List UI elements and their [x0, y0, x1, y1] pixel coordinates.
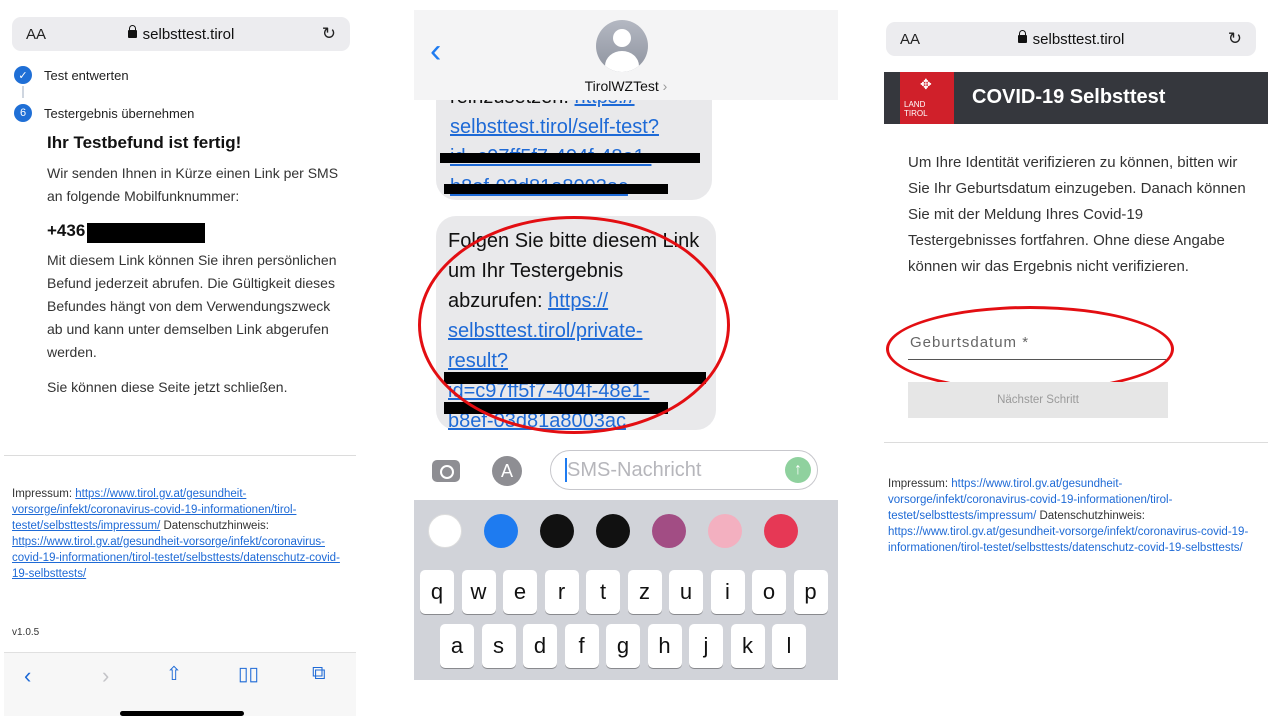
- url-domain-text: selbsttest.tirol: [1032, 30, 1125, 48]
- contact-avatar[interactable]: [596, 20, 648, 72]
- key-l[interactable]: l: [772, 624, 806, 668]
- lock-icon: [1017, 29, 1027, 43]
- key-h[interactable]: h: [647, 624, 682, 668]
- contact-name: TirolWZTest: [584, 78, 659, 94]
- safari-result-panel: AA selbsttest.tirol ↻ ✓ Test entwerten 6…: [4, 0, 356, 716]
- impressum-label: Impressum:: [12, 488, 76, 500]
- datenschutz-link[interactable]: https://www.tirol.gv.at/gesundheit-vorso…: [12, 536, 340, 580]
- bubble1-link-a[interactable]: https://: [575, 100, 635, 108]
- sms-input[interactable]: SMS-Nachricht ↑: [550, 450, 818, 490]
- key-f[interactable]: f: [564, 624, 599, 668]
- contact-name-row[interactable]: TirolWZTest ›: [414, 78, 838, 94]
- url-domain: selbsttest.tirol: [886, 29, 1256, 48]
- close-hint: Sie können diese Seite jetzt schließen.: [47, 379, 288, 395]
- key-e[interactable]: e: [503, 570, 537, 614]
- tirol-eagle-icon: ✥: [920, 76, 932, 92]
- appstore-app-icon[interactable]: [484, 514, 518, 548]
- footer: Impressum: https://www.tirol.gv.at/gesun…: [888, 476, 1258, 556]
- chevron-right-icon: ›: [658, 78, 668, 94]
- messages-header: ‹ TirolWZTest ›: [414, 10, 838, 100]
- memoji-stickers-app-icon[interactable]: [708, 514, 742, 548]
- camera-icon[interactable]: [432, 460, 460, 482]
- site-header: ✥ LAND TIROL COVID-19 Selbsttest: [884, 72, 1268, 124]
- search-images-app-icon[interactable]: [764, 514, 798, 548]
- key-w[interactable]: w: [461, 570, 496, 614]
- safari-toolbar: ‹ › ⇧ ▯▯ ⧉: [4, 652, 356, 716]
- digital-touch-app-icon[interactable]: [596, 514, 630, 548]
- forward-icon[interactable]: ›: [102, 663, 109, 689]
- imessage-app-row: [414, 506, 838, 552]
- share-icon[interactable]: ⇧: [166, 663, 182, 686]
- footer: Impressum: https://www.tirol.gv.at/gesun…: [12, 486, 352, 582]
- url-domain: selbsttest.tirol: [12, 24, 350, 43]
- result-title: Ihr Testbefund ist fertig!: [47, 133, 242, 152]
- key-z[interactable]: z: [627, 570, 662, 614]
- key-d[interactable]: d: [523, 624, 557, 668]
- intro-text: Wir senden Ihnen in Kürze einen Link per…: [47, 165, 339, 204]
- photos-app-icon[interactable]: [428, 514, 462, 548]
- impressum-label: Impressum:: [888, 478, 952, 490]
- key-j[interactable]: j: [689, 624, 723, 668]
- version: v1.0.5: [12, 627, 40, 638]
- redaction-bar: [87, 223, 205, 243]
- bookmarks-icon[interactable]: ▯▯: [238, 663, 259, 686]
- sms-placeholder: SMS-Nachricht: [567, 459, 702, 481]
- url-bar[interactable]: AA selbsttest.tirol ↻: [12, 17, 350, 51]
- bubble1-prefix: reinzusetzen:: [450, 100, 575, 108]
- reload-icon[interactable]: ↻: [1228, 29, 1242, 49]
- key-g[interactable]: g: [606, 624, 640, 668]
- checkmark-icon: ✓: [14, 66, 32, 84]
- land-tirol-logo[interactable]: ✥ LAND TIROL: [900, 72, 954, 124]
- keyboard: qwertzuiop asdfghjkl: [414, 500, 838, 680]
- phone-number: +436: [47, 221, 86, 240]
- bubble1-link-b[interactable]: selbsttest.tirol/self-test?: [450, 116, 659, 138]
- datenschutz-label: Datenschutzhinweis:: [163, 520, 269, 532]
- redaction-bar: [444, 184, 668, 194]
- memoji-app-icon[interactable]: [652, 514, 686, 548]
- app-store-icon[interactable]: A: [492, 456, 522, 486]
- home-indicator: [120, 711, 244, 716]
- back-chevron-icon[interactable]: ‹: [430, 32, 441, 71]
- step-label: Testergebnis übernehmen: [44, 105, 195, 121]
- key-k[interactable]: k: [730, 624, 765, 668]
- url-domain-text: selbsttest.tirol: [142, 25, 235, 43]
- key-s[interactable]: s: [481, 624, 516, 668]
- step-label: Test entwerten: [44, 67, 129, 83]
- annotation-circle: [418, 216, 730, 434]
- key-p[interactable]: p: [793, 570, 828, 614]
- covid-selbsttest-panel: AA selbsttest.tirol ↻ ✥ LAND TIROL COVID-…: [884, 22, 1268, 716]
- step-test-entwerten: ✓ Test entwerten: [14, 66, 129, 84]
- next-step-button[interactable]: Nächster Schritt: [908, 382, 1168, 418]
- tabs-icon[interactable]: ⧉: [312, 663, 326, 685]
- reload-icon[interactable]: ↻: [322, 24, 336, 44]
- datenschutz-link[interactable]: https://www.tirol.gv.at/gesundheit-vorso…: [888, 526, 1248, 554]
- activity-app-icon[interactable]: [540, 514, 574, 548]
- verification-text: Um Ihre Identität verifizieren zu können…: [908, 154, 1246, 275]
- key-r[interactable]: r: [544, 570, 579, 614]
- divider: [4, 455, 356, 456]
- messages-panel: ‹ TirolWZTest › reinzusetzen: https:// s…: [414, 10, 838, 680]
- back-icon[interactable]: ‹: [24, 663, 31, 689]
- redaction-bar: [440, 153, 700, 163]
- key-t[interactable]: t: [586, 570, 620, 614]
- key-o[interactable]: o: [752, 570, 786, 614]
- key-q[interactable]: q: [420, 570, 454, 614]
- datenschutz-label: Datenschutzhinweis:: [1039, 510, 1145, 522]
- site-title: COVID-19 Selbsttest: [972, 86, 1166, 108]
- key-a[interactable]: a: [440, 624, 474, 668]
- url-bar[interactable]: AA selbsttest.tirol ↻: [886, 22, 1256, 56]
- logo-text: LAND TIROL: [904, 100, 928, 118]
- step-number: 6: [14, 104, 32, 122]
- step-testergebnis: 6 Testergebnis übernehmen: [14, 104, 194, 122]
- key-i[interactable]: i: [710, 570, 745, 614]
- send-arrow-icon[interactable]: ↑: [785, 457, 811, 483]
- key-u[interactable]: u: [669, 570, 703, 614]
- annotation-circle: [886, 306, 1174, 392]
- message-input-row: A SMS-Nachricht ↑: [414, 446, 838, 496]
- lock-icon: [127, 24, 137, 38]
- step-connector: [22, 86, 24, 98]
- divider: [884, 442, 1268, 443]
- body-text: Mit diesem Link können Sie ihren persönl…: [47, 252, 337, 360]
